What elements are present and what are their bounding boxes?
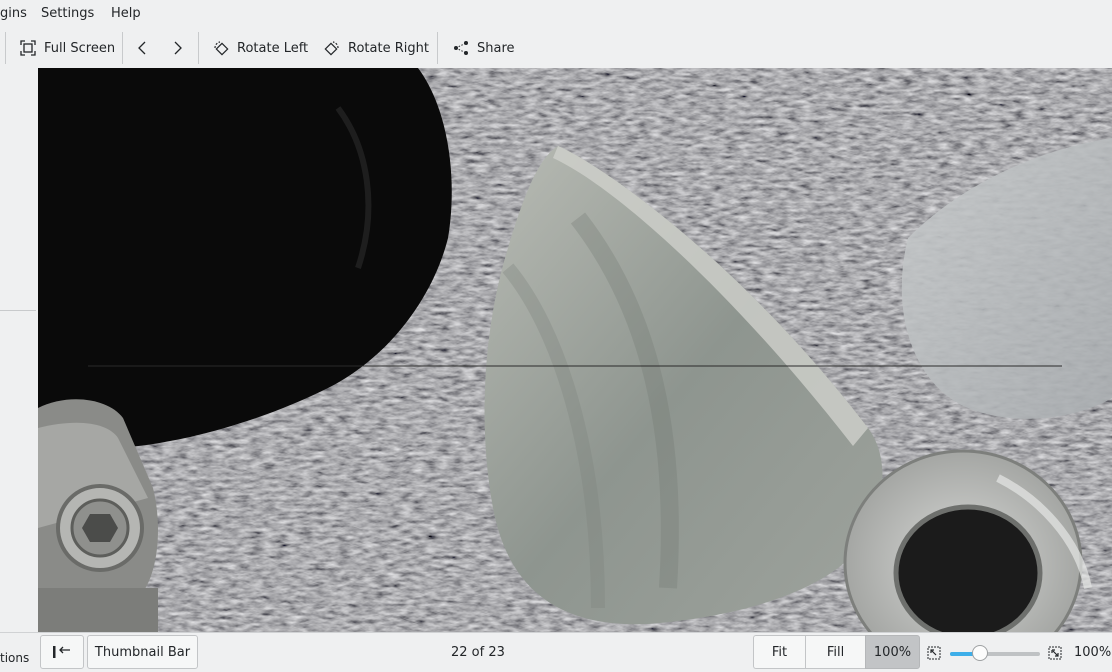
forward-icon <box>174 41 182 55</box>
sidebar-divider <box>0 310 36 311</box>
zoom-in-icon[interactable] <box>1048 646 1062 660</box>
thumbnail-bar-label: Thumbnail Bar <box>94 644 191 660</box>
toggle-sidebar-icon <box>53 646 70 658</box>
full-screen-icon <box>20 40 36 56</box>
forward-button[interactable] <box>169 36 185 60</box>
image-view[interactable] <box>38 68 1112 632</box>
toggle-sidebar-button[interactable] <box>40 635 84 669</box>
full-screen-label: Full Screen <box>44 40 116 56</box>
menu-help[interactable]: Help <box>111 6 141 21</box>
share-button[interactable]: Share <box>453 36 515 60</box>
thumbnail-bar-button[interactable]: Thumbnail Bar <box>87 635 198 669</box>
image-position: 22 of 23 <box>451 645 505 660</box>
toolbar-separator <box>437 32 438 64</box>
fit-label: Fit <box>771 644 788 660</box>
sidebar <box>0 68 38 632</box>
zoom-level: 100% <box>1074 645 1112 660</box>
rotate-right-label: Rotate Right <box>348 40 429 56</box>
full-screen-button[interactable]: Full Screen <box>20 36 115 60</box>
fit-button[interactable]: Fit <box>753 635 805 669</box>
share-label: Share <box>477 40 515 56</box>
back-icon <box>138 41 146 55</box>
toolbar-separator <box>5 32 6 64</box>
menu-settings[interactable]: Settings <box>41 6 94 21</box>
zoom-100-label: 100% <box>873 644 912 660</box>
status-bar: tions Thumbnail Bar 22 of 23 Fit Fill 10… <box>0 632 1112 672</box>
rotate-right-button[interactable]: Rotate Right <box>324 36 429 60</box>
fill-label: Fill <box>826 644 845 660</box>
rotate-left-label: Rotate Left <box>237 40 309 56</box>
toolbar-separator <box>122 32 123 64</box>
rotate-left-button[interactable]: Rotate Left <box>213 36 308 60</box>
zoom-slider-handle[interactable] <box>971 645 988 661</box>
fill-button[interactable]: Fill <box>805 635 865 669</box>
zoom-100-button[interactable]: 100% <box>865 635 920 669</box>
menu-plugins[interactable]: gins <box>0 6 27 21</box>
zoom-slider[interactable] <box>950 645 1040 661</box>
sidebar-tab-label[interactable]: tions <box>0 651 29 665</box>
toolbar-separator <box>198 32 199 64</box>
back-button[interactable] <box>135 36 151 60</box>
share-icon <box>454 41 468 55</box>
main-toolbar: Full Screen Rotate Left Rotate Right Sha… <box>0 28 1112 68</box>
rotate-left-icon <box>214 41 229 56</box>
rotate-right-icon <box>324 41 339 56</box>
menu-bar: gins Settings Help <box>0 0 1112 28</box>
zoom-out-icon[interactable] <box>927 646 941 660</box>
photo-image <box>38 68 1112 632</box>
